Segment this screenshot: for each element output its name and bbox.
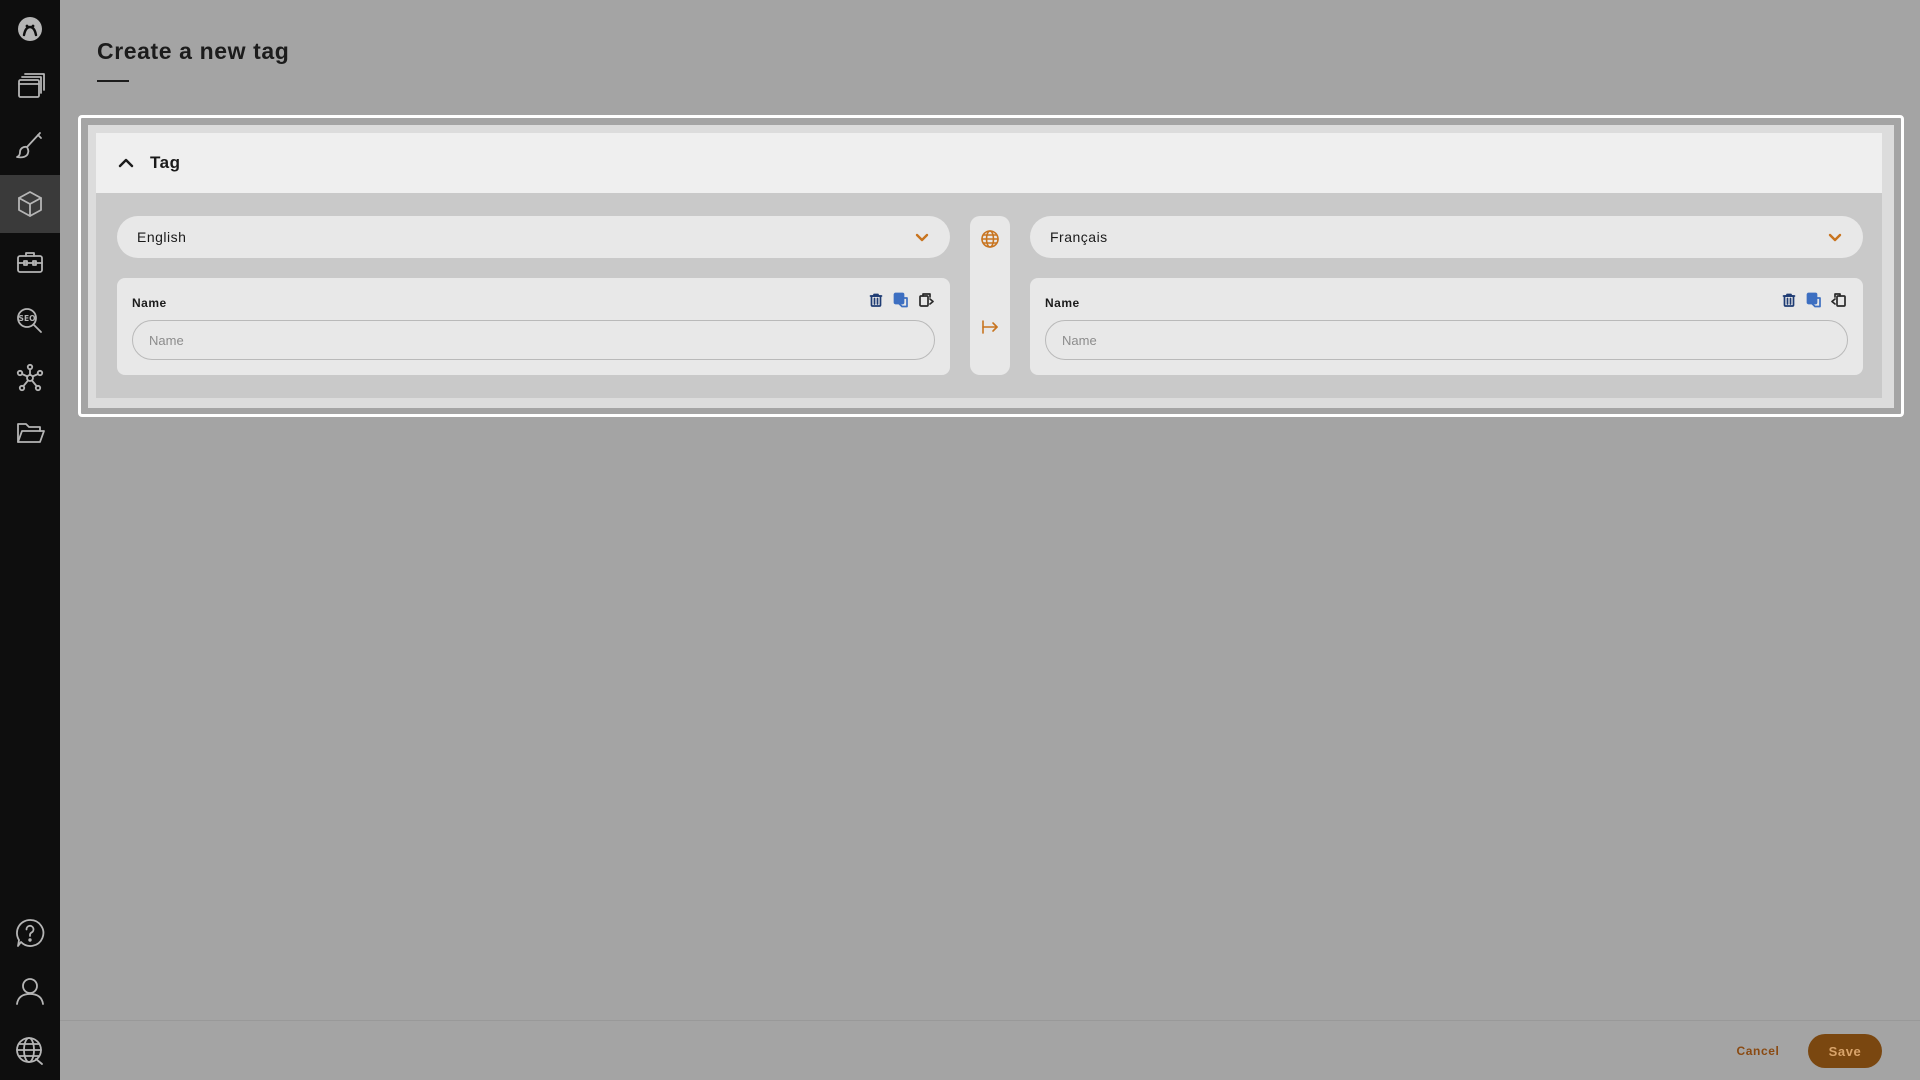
- target-name-input[interactable]: [1045, 320, 1848, 360]
- name-label: Name: [1045, 296, 1080, 310]
- target-language-value: Français: [1050, 229, 1108, 245]
- source-language-value: English: [137, 229, 187, 245]
- toolbox-icon[interactable]: [0, 233, 60, 291]
- seo-icon[interactable]: SEO: [0, 292, 60, 350]
- windows-icon[interactable]: [0, 57, 60, 115]
- card-header[interactable]: Tag: [96, 133, 1882, 193]
- title-underline: [97, 80, 129, 82]
- card-title: Tag: [150, 153, 181, 172]
- cancel-button[interactable]: Cancel: [1722, 1040, 1794, 1062]
- network-icon[interactable]: [0, 349, 60, 407]
- field-actions: [868, 292, 934, 308]
- folder-open-icon[interactable]: [0, 404, 60, 462]
- sidebar: SEO: [0, 0, 60, 1080]
- logo-icon[interactable]: [0, 0, 60, 58]
- target-name-panel: Name: [1030, 278, 1863, 375]
- source-language-select[interactable]: English: [117, 216, 950, 258]
- target-language-select[interactable]: Français: [1030, 216, 1863, 258]
- copy-icon[interactable]: [918, 292, 934, 308]
- globe-icon[interactable]: [980, 229, 1000, 249]
- copy-back-icon[interactable]: [1831, 292, 1847, 308]
- name-label: Name: [132, 296, 167, 310]
- chevron-down-icon: [1828, 233, 1842, 242]
- translate-icon[interactable]: [893, 292, 909, 308]
- copy-to-right-icon[interactable]: [980, 317, 1000, 337]
- trash-icon[interactable]: [868, 292, 884, 308]
- box-icon[interactable]: [0, 175, 60, 233]
- translation-toolbar: [970, 216, 1010, 375]
- chevron-down-icon: [915, 233, 929, 242]
- svg-text:SEO: SEO: [19, 314, 36, 323]
- save-button[interactable]: Save: [1808, 1034, 1882, 1068]
- trash-icon[interactable]: [1781, 292, 1797, 308]
- user-icon[interactable]: [0, 962, 60, 1020]
- chevron-up-icon[interactable]: [116, 153, 136, 173]
- bottom-bar: [60, 1020, 1920, 1080]
- globe-icon[interactable]: [0, 1022, 60, 1080]
- help-icon[interactable]: [0, 904, 60, 962]
- field-actions: [1781, 292, 1847, 308]
- source-name-input[interactable]: [132, 320, 935, 360]
- page-title: Create a new tag: [97, 38, 290, 64]
- translate-icon[interactable]: [1806, 292, 1822, 308]
- source-name-panel: Name: [117, 278, 950, 375]
- brush-icon[interactable]: [0, 116, 60, 174]
